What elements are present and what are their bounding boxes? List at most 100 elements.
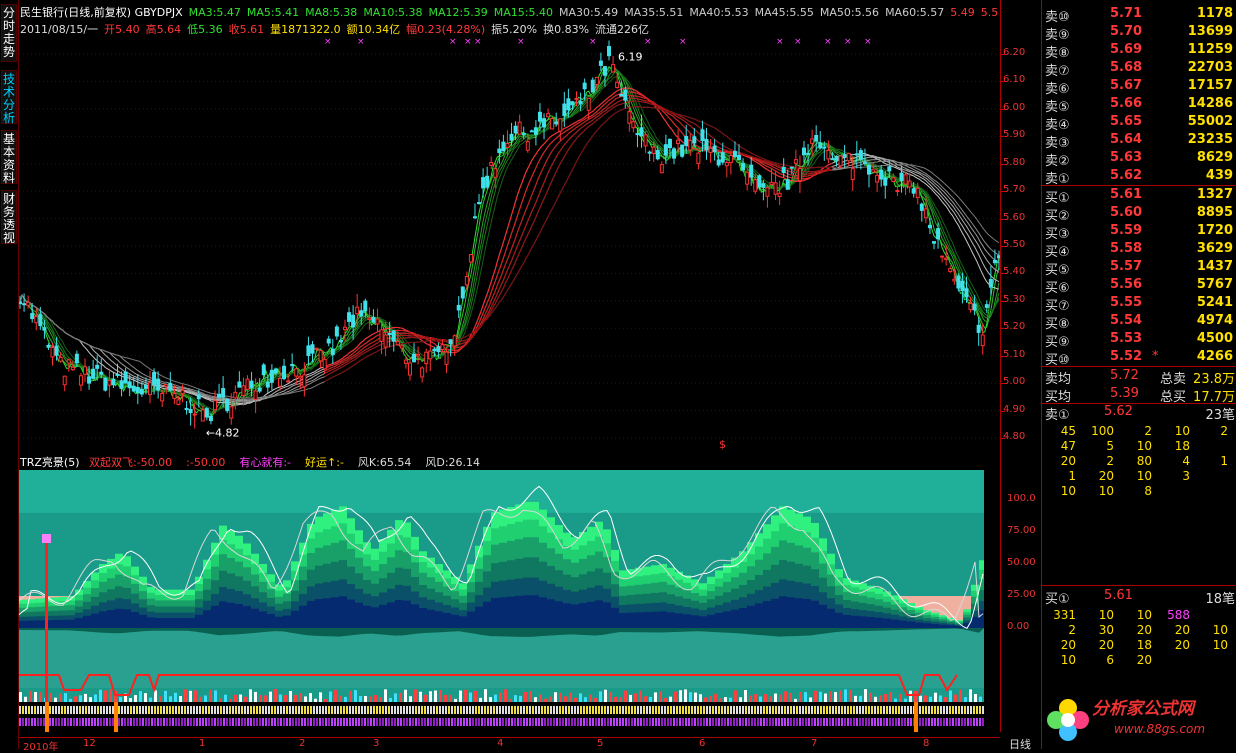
ma-value: MA45:5.55 bbox=[754, 6, 814, 19]
level-label: 卖⑥ bbox=[1045, 82, 1070, 97]
buy-level: 买⑦ 5.55 5241 bbox=[1042, 295, 1236, 314]
date-tick: 2 bbox=[299, 738, 306, 749]
level-price: 5.52 bbox=[1110, 349, 1143, 364]
date-tick: 7 bbox=[811, 738, 818, 749]
ma-value: MA40:5.53 bbox=[689, 6, 749, 19]
sell-level: 卖⑧ 5.69 11259 bbox=[1042, 42, 1236, 61]
buy-level: 买② 5.60 8895 bbox=[1042, 205, 1236, 224]
level-volume: 55002 bbox=[1187, 114, 1233, 129]
quote-line: 2011/08/15/一 开5.40 高5.64 低5.36 收5.61 量1871322… bbox=[20, 21, 1000, 37]
price-tick: 5.30 bbox=[1003, 293, 1026, 305]
buy-level: 买⑩ 5.52 * 4266 bbox=[1042, 349, 1236, 368]
quote-field: 额10.34亿 bbox=[346, 23, 401, 36]
logo-url: www.88gs.com bbox=[1114, 722, 1206, 736]
ma-value: MA8:5.38 bbox=[305, 6, 358, 19]
level-volume: 5767 bbox=[1196, 277, 1233, 292]
level-volume: 8895 bbox=[1196, 205, 1233, 220]
ma-values: MA3:5.47 MA5:5.41 MA8:5.38 MA10:5.38 MA12:5.… bbox=[189, 6, 1000, 19]
flower-logo-icon bbox=[1047, 699, 1089, 741]
tab-intraday[interactable]: 分时走势 bbox=[1, 4, 17, 62]
indicator-tick: 25.00 bbox=[1007, 589, 1036, 600]
level-label: 卖⑩ bbox=[1045, 10, 1070, 25]
indicator-tick: 100.0 bbox=[1007, 493, 1036, 504]
level-price: 5.56 bbox=[1110, 277, 1143, 292]
low-marker: ←4.82 bbox=[206, 427, 240, 440]
level-label: 买⑥ bbox=[1045, 281, 1070, 296]
level-price: 5.70 bbox=[1110, 24, 1143, 39]
queue-row: 10 6 20 bbox=[1060, 653, 1152, 667]
indicator-value: 双起双飞:-50.00 bbox=[88, 456, 173, 469]
quote-field: 振5.20% bbox=[491, 23, 538, 36]
price-tick: 5.60 bbox=[1003, 211, 1026, 223]
sell-level: 卖⑦ 5.68 22703 bbox=[1042, 60, 1236, 79]
date-tick: 8 bbox=[923, 738, 930, 749]
period-label[interactable]: 日线 bbox=[1002, 736, 1038, 751]
level-price: 5.59 bbox=[1110, 223, 1143, 238]
logo-name: 分析家公式网 bbox=[1092, 699, 1194, 719]
buy-queue: 买① 5.61 18笔 bbox=[1045, 588, 1235, 607]
date-tick: 5 bbox=[597, 738, 604, 749]
queue-row: 20 2 80 4 1 bbox=[1060, 454, 1228, 468]
svg-text:×: × bbox=[844, 37, 852, 47]
level-label: 卖⑨ bbox=[1045, 28, 1070, 43]
ma-value: MA35:5.51 bbox=[624, 6, 684, 19]
tab-finance[interactable]: 财务透视 bbox=[1, 190, 17, 245]
level-volume: 8629 bbox=[1196, 150, 1233, 165]
indicator-chart[interactable] bbox=[19, 470, 984, 702]
price-tick: 5.70 bbox=[1003, 184, 1026, 196]
quote-field: 量1871322.0 bbox=[270, 23, 341, 36]
indicator-value: 风K:65.54 bbox=[357, 456, 412, 469]
price-tick: 5.20 bbox=[1003, 321, 1026, 333]
ma-value: MA12:5.39 bbox=[428, 6, 488, 19]
signal-strip bbox=[19, 702, 984, 732]
queue-row: 47 5 10 18 bbox=[1060, 439, 1190, 453]
indicator-header: TRZ亮景(5) 双起双飞:-50.00:-50.00 有心就有:- 好运↑:- 风K… bbox=[20, 454, 1000, 470]
svg-text:×: × bbox=[357, 37, 365, 47]
svg-text:×: × bbox=[449, 37, 457, 47]
queue-row: 10 10 8 bbox=[1060, 484, 1152, 498]
level-label: 卖③ bbox=[1045, 136, 1070, 151]
ma-value: MA60:5.57 bbox=[885, 6, 945, 19]
high-marker: 6.19 bbox=[618, 51, 643, 64]
level-label: 买⑨ bbox=[1045, 335, 1070, 350]
level-price: 5.62 bbox=[1110, 168, 1143, 183]
level-volume: 3629 bbox=[1196, 241, 1233, 256]
level-price: 5.65 bbox=[1110, 114, 1143, 129]
tab-technical[interactable]: 技术分析 bbox=[1, 70, 17, 125]
level-label: 买④ bbox=[1045, 245, 1070, 260]
indicator-value: :-50.00 bbox=[186, 456, 226, 469]
date-axis: 2010年 12 1 2 3 4 5 6 7 8 bbox=[19, 737, 1000, 753]
price-tick: 5.00 bbox=[1003, 376, 1026, 388]
level-label: 卖⑦ bbox=[1045, 64, 1070, 79]
indicator-tick: 50.00 bbox=[1007, 557, 1036, 568]
indicator-values: 双起双飞:-50.00:-50.00 有心就有:- 好运↑:- 风K:65.54 风D:… bbox=[89, 456, 494, 469]
svg-text:×: × bbox=[794, 37, 802, 47]
queue-row: 2 30 20 20 10 bbox=[1068, 623, 1228, 637]
tab-profile[interactable]: 基本资料 bbox=[1, 130, 17, 185]
level-label: 买⑤ bbox=[1045, 263, 1070, 278]
queue-row: 20 20 18 20 10 bbox=[1060, 638, 1228, 652]
level-volume: 1327 bbox=[1196, 187, 1233, 202]
level-volume: 13699 bbox=[1187, 24, 1233, 39]
candlestick-chart[interactable]: 6.19←4.82$× × × × × × × × × × × × × × bbox=[19, 36, 1000, 450]
level-price: 5.58 bbox=[1110, 241, 1143, 256]
indicator-value: 风D:26.14 bbox=[425, 456, 481, 469]
ma-value: MA30:5.49 bbox=[558, 6, 619, 19]
level-label: 买② bbox=[1045, 209, 1070, 224]
price-tick: 4.90 bbox=[1003, 403, 1026, 415]
level-mark: * bbox=[1152, 349, 1159, 364]
buy-level: 买① 5.61 1327 bbox=[1042, 187, 1236, 206]
svg-text:×: × bbox=[474, 37, 482, 47]
svg-text:×: × bbox=[824, 37, 832, 47]
quote-field: 2011/08/15/一 bbox=[20, 23, 99, 36]
buy-level: 买⑧ 5.54 4974 bbox=[1042, 313, 1236, 332]
level-label: 卖⑧ bbox=[1045, 46, 1070, 61]
indicator-value: 好运↑:- bbox=[305, 456, 344, 469]
price-tick: 5.50 bbox=[1003, 239, 1026, 250]
level-price: 5.60 bbox=[1110, 205, 1143, 220]
date-tick: 2010年 bbox=[23, 742, 59, 753]
buy-level: 买⑤ 5.57 1437 bbox=[1042, 259, 1236, 278]
stock-title: 民生银行(日线,前复权) GBYDPJX bbox=[20, 6, 183, 19]
quote-field: 开5.40 bbox=[104, 23, 140, 36]
price-tick: 5.40 bbox=[1003, 266, 1026, 278]
